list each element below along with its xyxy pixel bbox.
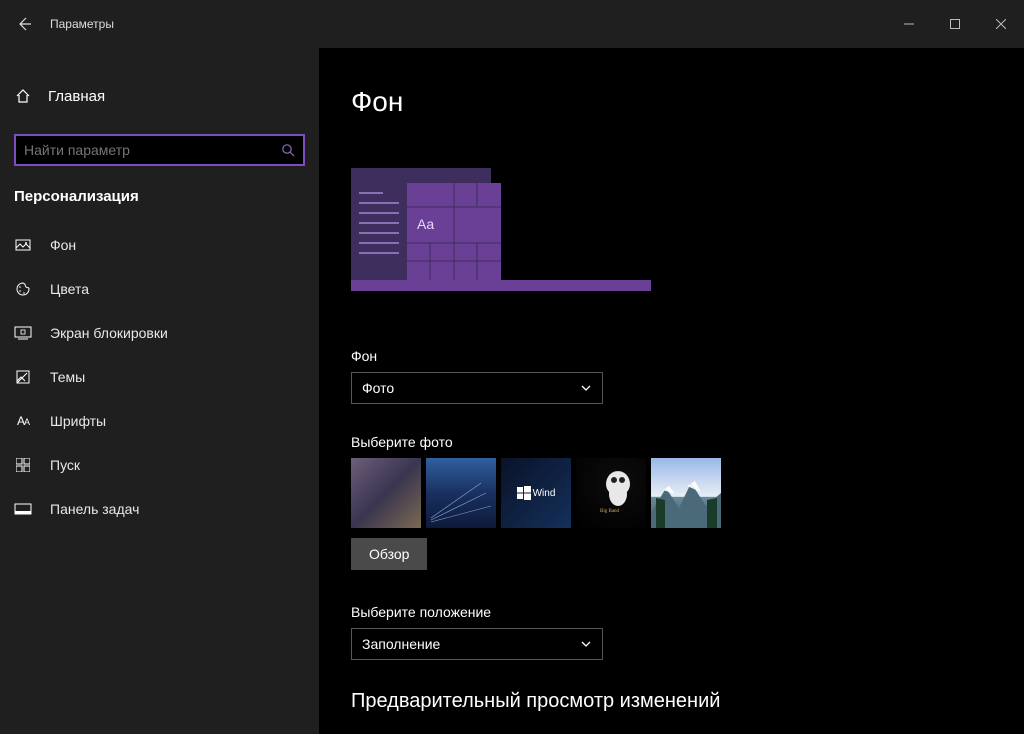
thumb-text: Wind [533,488,556,499]
sidebar-home[interactable]: Главная [0,76,319,116]
minimize-button[interactable] [886,8,932,40]
svg-text:Big Band: Big Band [600,509,620,514]
sidebar-item-label: Пуск [50,457,80,473]
home-icon [14,88,32,104]
sidebar-item-themes[interactable]: Темы [0,355,319,399]
position-select-value: Заполнение [362,636,440,652]
chevron-down-icon [580,382,592,394]
windows-logo-icon [517,486,531,500]
palette-icon [14,281,32,297]
window-title: Параметры [50,17,114,31]
page-title: Фон [351,86,992,118]
sidebar-nav: Фон Цвета Экран блокировки [0,215,319,531]
preview-changes-heading: Предварительный просмотр изменений [351,690,992,713]
sidebar-item-label: Экран блокировки [50,325,168,341]
search-input[interactable] [14,134,305,166]
titlebar: Параметры [0,0,1024,48]
picture-icon [14,237,32,253]
fonts-icon: AA [14,414,32,428]
close-icon [996,19,1006,29]
sidebar-item-label: Панель задач [50,501,139,517]
sidebar-item-colors[interactable]: Цвета [0,267,319,311]
chevron-down-icon [580,638,592,650]
background-select-value: Фото [362,380,394,396]
background-select[interactable]: Фото [351,372,603,404]
main-content: Фон [319,48,1024,734]
sidebar-item-taskbar[interactable]: Панель задач [0,487,319,531]
arrow-left-icon [16,16,32,32]
sidebar-item-lockscreen[interactable]: Экран блокировки [0,311,319,355]
photo-thumb-4[interactable]: Big Band [576,458,646,528]
photo-thumb-2[interactable] [426,458,496,528]
sidebar-item-background[interactable]: Фон [0,223,319,267]
sidebar: Главная Персонализация Фон [0,48,319,734]
photo-thumb-5[interactable] [651,458,721,528]
choose-photo-label: Выберите фото [351,434,992,450]
photo-thumb-3[interactable]: Wind [501,458,571,528]
themes-icon [14,369,32,385]
start-icon [14,458,32,472]
photo-thumb-1[interactable] [351,458,421,528]
photo-thumbnails: Wind Big Band [351,458,992,528]
maximize-button[interactable] [932,8,978,40]
close-button[interactable] [978,8,1024,40]
position-label: Выберите положение [351,604,992,620]
browse-button[interactable]: Обзор [351,538,427,570]
background-label: Фон [351,348,992,364]
position-select[interactable]: Заполнение [351,628,603,660]
sidebar-item-start[interactable]: Пуск [0,443,319,487]
taskbar-icon [14,503,32,515]
sidebar-item-label: Цвета [50,281,89,297]
sidebar-section-header: Персонализация [0,180,319,215]
sidebar-item-label: Фон [50,237,76,253]
maximize-icon [950,19,960,29]
lockscreen-icon [14,326,32,340]
minimize-icon [904,19,914,29]
sidebar-home-label: Главная [48,88,105,105]
sidebar-item-fonts[interactable]: AA Шрифты [0,399,319,443]
desktop-preview: Aa [351,168,651,308]
preview-sample-text: Aa [417,216,434,232]
back-button[interactable] [0,0,48,48]
sidebar-item-label: Шрифты [50,413,106,429]
sidebar-item-label: Темы [50,369,85,385]
